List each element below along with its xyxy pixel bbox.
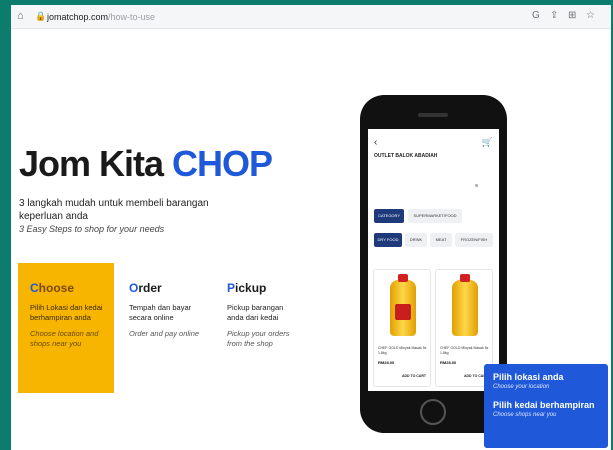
step-title-rest: hoose <box>38 281 75 295</box>
chip-meat[interactable]: MEAT <box>430 233 452 247</box>
chip-category[interactable]: CATEGORY <box>374 209 404 223</box>
step-title: Pickup <box>227 281 300 295</box>
step-text: Pilih Lokasi dan kedai berhampiran anda <box>30 303 103 322</box>
product-label-image <box>395 304 411 320</box>
subtitle-en: 3 Easy Steps to shop for your needs <box>19 224 165 234</box>
product-price: RM28.00 <box>440 360 457 365</box>
phone-speaker <box>418 113 448 117</box>
step-title-lead: C <box>30 281 39 295</box>
phone-notch <box>408 95 460 107</box>
step-text: Tempah dan bayar secara online <box>129 303 192 322</box>
url-path: /how-to-use <box>108 12 156 22</box>
step-text: Pickup barangan anda dari kedai <box>227 303 284 322</box>
extension-icon[interactable]: ⊞ <box>568 10 576 21</box>
address-bar: ⌂ 🔒 jomatchop.com/how-to-use G ⇪ ⊞ ☆ <box>11 5 611 29</box>
step-title-lead: O <box>129 281 139 295</box>
info-dot-icon <box>475 184 478 187</box>
phone-screen: ‹ 🛒 OUTLET BALOK ABADIAH CATEGORY SUPERM… <box>368 129 499 391</box>
chip-supermarket[interactable]: SUPERMARKET/FOOD <box>408 209 462 223</box>
title-brand: CHOP <box>172 143 273 184</box>
step-title-lead: P <box>227 281 236 295</box>
url-domain: jomatchop.com <box>47 12 109 22</box>
outlet-description <box>374 160 474 165</box>
popup-line2-en: Choose shops near you <box>493 412 557 418</box>
chip-frozen[interactable]: FROZEN/FISH <box>455 233 493 247</box>
product-name: CHEF GOLD Minyak Masak 5x 1.8kg <box>440 346 489 355</box>
popup-line1: Pilih lokasi anda <box>493 372 564 382</box>
step-text-en: Order and pay online <box>129 329 200 338</box>
product-price: RM28.00 <box>378 360 395 365</box>
subtitle: 3 langkah mudah untuk membeli barangan k… <box>19 198 209 222</box>
chip-drink[interactable]: DRINK <box>405 233 427 247</box>
product-card[interactable]: CHEF GOLD Minyak Masak 5x 1.8kg RM28.00 … <box>373 269 431 387</box>
step-title: Choose <box>30 281 103 295</box>
product-name: CHEF GOLD Minyak Masak 5x 1.8kg <box>378 346 427 355</box>
step-choose[interactable]: Choose Pilih Lokasi dan kedai berhampira… <box>18 263 114 393</box>
title-prefix: Jom Kita <box>19 143 173 184</box>
share-icon[interactable]: ⇪ <box>550 10 558 21</box>
google-icon[interactable]: G <box>532 10 540 21</box>
star-icon[interactable]: ☆ <box>586 10 595 21</box>
page-title: Jom Kita CHOP <box>19 143 273 185</box>
step-text-en: Pickup your orders from the shop <box>227 329 290 348</box>
outlet-title: OUTLET BALOK ABADIAH <box>374 153 438 159</box>
phone-home-button <box>420 399 446 425</box>
step-text-en: Choose location and shops near you <box>30 329 99 348</box>
back-arrow-icon[interactable]: ‹ <box>374 137 377 148</box>
lock-icon[interactable]: 🔒 <box>35 11 46 22</box>
home-icon[interactable]: ⌂ <box>17 10 24 22</box>
step-title-rest: rder <box>138 281 162 295</box>
step-order[interactable]: Order Tempah dan bayar secara online Ord… <box>117 263 213 393</box>
add-to-cart-button[interactable]: ADD TO CART <box>402 374 426 378</box>
cart-icon[interactable]: 🛒 <box>482 137 493 148</box>
step-title-rest: ickup <box>235 281 267 295</box>
step-title: Order <box>129 281 202 295</box>
step-pickup[interactable]: Pickup Pickup barangan anda dari kedai P… <box>215 263 311 393</box>
location-popup[interactable]: Pilih lokasi anda Choose your location P… <box>484 364 608 448</box>
oil-bottle-image <box>452 274 478 336</box>
chip-dry-food[interactable]: DRY FOOD <box>374 233 402 247</box>
browser-window: ⌂ 🔒 jomatchop.com/how-to-use G ⇪ ⊞ ☆ Jom… <box>11 5 611 450</box>
url-field[interactable]: jomatchop.com/how-to-use <box>47 12 155 22</box>
popup-line2: Pilih kedai berhampiran <box>493 400 595 410</box>
